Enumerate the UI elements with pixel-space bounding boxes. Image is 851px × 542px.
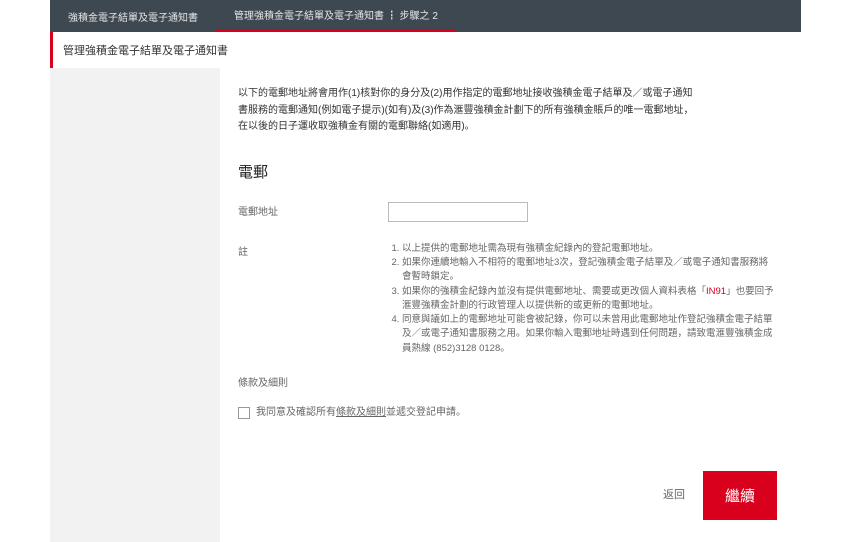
intro-line: 書服務的電郵通知(例如電子提示)(如有)及(3)作為滙豐強積金計劃下的所有強積金… <box>238 103 777 119</box>
email-label: 電郵地址 <box>238 202 388 221</box>
form-in91-link[interactable]: IN91 <box>706 286 726 297</box>
action-bar: 返回 繼續 <box>238 471 777 520</box>
page-subheader: 管理強積金電子結單及電子通知書 <box>50 32 801 68</box>
notes-block: 以上提供的電郵地址需為現有強積金紀錄內的登記電郵地址。 如果你連續地輸入不相符的… <box>388 242 777 356</box>
note-item: 以上提供的電郵地址需為現有強積金紀錄內的登記電郵地址。 <box>402 242 777 256</box>
agree-text: 我同意及確認所有條款及細則並遞交登記申請。 <box>256 405 466 421</box>
note-item: 如果你連續地輸入不相符的電郵地址3次，登記強積金電子結單及／或電子通知書服務將會… <box>402 256 777 285</box>
intro-text: 以下的電郵地址將會用作(1)核對你的身分及(2)用作指定的電郵地址接收強積金電子… <box>238 86 777 135</box>
intro-line: 以下的電郵地址將會用作(1)核對你的身分及(2)用作指定的電郵地址接收強積金電子… <box>238 86 777 102</box>
email-input[interactable] <box>388 202 528 222</box>
section-title-email: 電郵 <box>238 161 777 184</box>
main-content: 以下的電郵地址將會用作(1)核對你的身分及(2)用作指定的電郵地址接收強積金電子… <box>220 68 801 542</box>
tab-label: 強積金電子結單及電子通知書 <box>68 9 198 24</box>
note-label: 註 <box>238 242 388 261</box>
terms-title: 條款及細則 <box>238 376 777 392</box>
agree-row: 我同意及確認所有條款及細則並遞交登記申請。 <box>238 405 777 421</box>
tab-label: 管理強積金電子結單及電子通知書 ┇ 步驟之 2 <box>234 7 438 22</box>
tab-estatement[interactable]: 強積金電子結單及電子通知書 <box>50 0 216 32</box>
note-item: 如果你的強積金紀錄內並沒有提供電郵地址、需要或更改個人資料表格「IN91」也要回… <box>402 285 777 314</box>
agree-checkbox[interactable] <box>238 407 250 419</box>
left-sidebar <box>50 68 220 542</box>
continue-button[interactable]: 繼續 <box>703 471 777 520</box>
tab-manage-estatement[interactable]: 管理強積金電子結單及電子通知書 ┇ 步驟之 2 <box>216 0 456 32</box>
intro-line: 在以後的日子運收取強積金有關的電郵聯絡(如適用)。 <box>238 119 777 135</box>
terms-link[interactable]: 條款及細則 <box>336 407 386 418</box>
back-link[interactable]: 返回 <box>663 487 685 504</box>
tab-bar: 強積金電子結單及電子通知書 管理強積金電子結單及電子通知書 ┇ 步驟之 2 <box>50 0 801 32</box>
subheader-text: 管理強積金電子結單及電子通知書 <box>63 45 228 57</box>
note-item: 同意與議如上的電郵地址可能會被記錄，你可以未曾用此電郵地址作登記強積金電子結單及… <box>402 313 777 356</box>
